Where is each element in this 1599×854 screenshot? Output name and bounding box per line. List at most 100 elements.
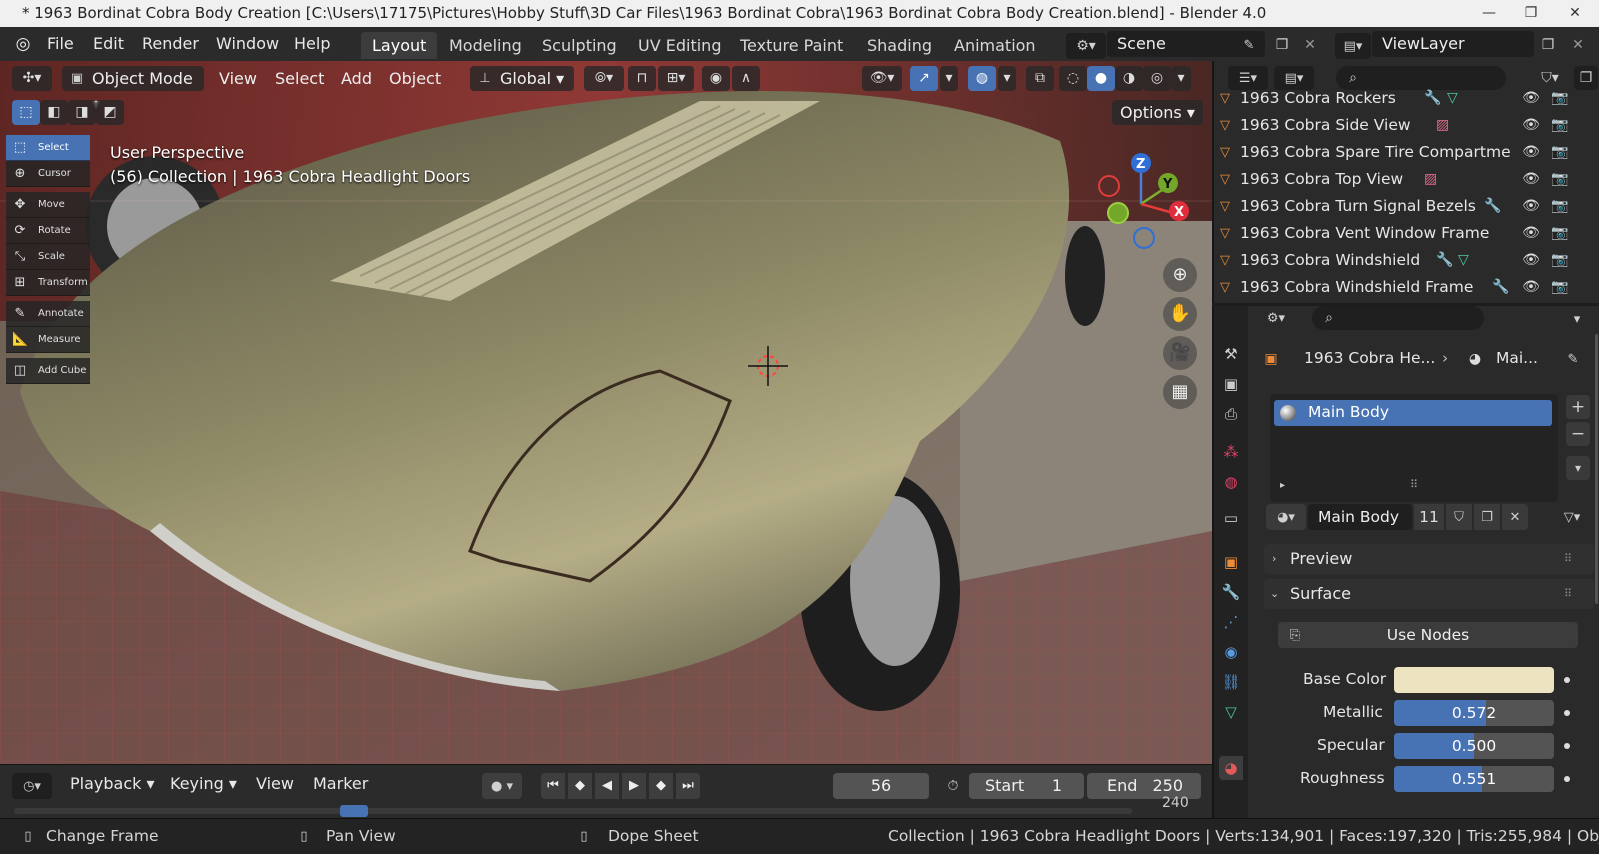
data-tab-icon[interactable]: ▽ <box>1219 700 1243 724</box>
tool-scale[interactable]: ⤡ Scale <box>6 244 90 270</box>
timeline-editor-type-icon[interactable]: ◷▾ <box>12 773 52 799</box>
tab-texture-paint[interactable]: Texture Paint <box>729 32 854 59</box>
particles-tab-icon[interactable]: ⋰ <box>1219 610 1243 634</box>
gizmo-neg-x-axis[interactable] <box>1098 175 1120 197</box>
gizmo-neg-y-axis[interactable] <box>1107 202 1129 224</box>
world-tab-icon[interactable]: ◍ <box>1219 470 1243 494</box>
viewlayer-selector-icon[interactable]: ▤▾ <box>1335 33 1371 59</box>
overlays-dropdown-icon[interactable]: ▾ <box>998 66 1016 91</box>
render-camera-icon[interactable]: 📷 <box>1550 247 1570 274</box>
modifier-icon[interactable]: 🔧 <box>1436 247 1453 274</box>
keyframe-dot-icon[interactable] <box>1564 743 1570 749</box>
menu-window[interactable]: Window <box>216 33 279 55</box>
timeline-menu-marker[interactable]: Marker <box>313 774 368 793</box>
outliner-row[interactable]: ▽ 1963 Cobra Side View ▨ 👁 📷 <box>1214 112 1589 139</box>
pan-hand-icon[interactable]: ✋ <box>1163 297 1197 331</box>
preview-panel-header[interactable]: › Preview ⠿ <box>1264 544 1594 574</box>
tool-rotate[interactable]: ⟳ Rotate <box>6 218 90 244</box>
render-camera-icon[interactable]: 📷 <box>1550 193 1570 220</box>
jump-start-icon[interactable]: ⏮ <box>541 773 565 799</box>
tool-tab-icon[interactable]: ⚒ <box>1219 342 1243 366</box>
select-invert-mode-icon[interactable]: ◩ <box>96 100 124 125</box>
modifier-tab-icon[interactable]: 🔧 <box>1219 580 1243 604</box>
duplicate-material-icon[interactable]: ❐ <box>1474 504 1500 530</box>
modifier-icon[interactable]: 🔧 <box>1424 85 1441 112</box>
list-resize-grip-icon[interactable]: ⠿ <box>1410 478 1418 491</box>
list-expand-icon[interactable]: ▸ <box>1280 480 1285 491</box>
rendered-shading-icon[interactable]: ◎ <box>1143 66 1171 91</box>
current-frame-field[interactable]: 56 <box>833 773 929 799</box>
physics-tab-icon[interactable]: ◉ <box>1219 640 1243 664</box>
transform-orientation-dropdown[interactable]: ⊥ Global ▾ <box>470 66 574 91</box>
viewport-menu-view[interactable]: View <box>219 66 257 91</box>
object-mode-dropdown[interactable]: ▣ Object Mode ▾ <box>62 66 204 113</box>
proportional-edit-icon[interactable]: ◉ <box>702 66 730 91</box>
select-new-mode-icon[interactable]: ⬚ <box>12 100 40 125</box>
base-color-swatch[interactable] <box>1394 667 1554 693</box>
material-name-field[interactable]: Main Body <box>1308 504 1412 530</box>
constraints-tab-icon[interactable]: ⛓ <box>1219 670 1243 694</box>
outliner-row[interactable]: ▽ 1963 Cobra Windshield Frame 🔧 👁 📷 <box>1214 274 1589 301</box>
render-camera-icon[interactable]: 📷 <box>1550 85 1570 112</box>
render-camera-icon[interactable]: 📷 <box>1550 220 1570 247</box>
tab-modeling[interactable]: Modeling <box>438 32 533 59</box>
outliner-row[interactable]: ▽ 1963 Cobra Spare Tire Compartment 👁 📷 <box>1214 139 1589 166</box>
play-icon[interactable]: ▶ <box>622 773 646 799</box>
navigation-gizmo[interactable]: Z Y X <box>1095 146 1195 256</box>
mesh-data-icon[interactable]: ▽ <box>1458 247 1469 274</box>
image-data-icon[interactable]: ▨ <box>1424 166 1437 193</box>
outliner-row[interactable]: ▽ 1963 Cobra Windshield 🔧 ▽ 👁 📷 <box>1214 247 1589 274</box>
material-slot-item[interactable]: Main Body <box>1274 400 1552 426</box>
eye-icon[interactable]: 👁 <box>1521 193 1541 220</box>
tool-select-box[interactable]: ⬚Select Box <box>6 135 90 179</box>
keyframe-dot-icon[interactable] <box>1564 710 1570 716</box>
material-tab-icon[interactable]: ◕ <box>1219 756 1243 780</box>
record-keyframe-icon[interactable]: ● ▾ <box>482 773 522 799</box>
new-viewlayer-icon[interactable]: ❐ <box>1536 33 1560 57</box>
playback-dropdown[interactable]: Playback ▾ <box>70 774 155 793</box>
zoom-icon[interactable]: ⊕ <box>1163 258 1197 292</box>
outliner-row[interactable]: ▽ 1963 Cobra Turn Signal Bezels 🔧 👁 📷 <box>1214 193 1589 220</box>
play-reverse-icon[interactable]: ◀ <box>595 773 619 799</box>
breadcrumb-object[interactable]: 1963 Cobra He... <box>1304 349 1435 367</box>
ortho-toggle-icon[interactable]: ▦ <box>1163 375 1197 409</box>
pivot-point-icon[interactable]: ⦾▾ <box>584 66 624 91</box>
shading-dropdown-icon[interactable]: ▾ <box>1171 66 1191 91</box>
current-frame-indicator[interactable] <box>340 805 368 817</box>
roughness-slider[interactable]: 0.551 <box>1394 766 1554 792</box>
gizmo-neg-z-axis[interactable] <box>1133 227 1155 249</box>
gizmo-toggle-icon[interactable]: ↗ <box>910 66 938 91</box>
minimize-button[interactable]: — <box>1466 0 1512 27</box>
prev-keyframe-icon[interactable]: ◆ <box>568 773 592 799</box>
timeline-scrollbar[interactable] <box>14 805 1132 817</box>
menu-help[interactable]: Help <box>294 33 330 55</box>
delete-scene-icon[interactable]: ✕ <box>1298 33 1322 57</box>
tool-measure[interactable]: 📐 Measure <box>6 327 90 353</box>
link-mode-icon[interactable]: ▽▾ <box>1552 504 1592 530</box>
image-data-icon[interactable]: ▨ <box>1436 112 1449 139</box>
wireframe-shading-icon[interactable]: ◌ <box>1059 66 1087 91</box>
eye-icon[interactable]: 👁 <box>1521 247 1541 274</box>
pin-icon[interactable]: ✎ <box>1562 348 1584 370</box>
solid-shading-icon[interactable]: ● <box>1087 66 1115 91</box>
editor-type-icon[interactable]: ✣▾ <box>12 66 52 91</box>
eye-icon[interactable]: 👁 <box>1521 166 1541 193</box>
tab-sculpting[interactable]: Sculpting <box>531 32 628 59</box>
scene-selector-icon[interactable]: ⚙▾ <box>1066 33 1106 59</box>
close-window-button[interactable]: ✕ <box>1552 0 1598 27</box>
visibility-icon[interactable]: 👁▾ <box>862 66 902 91</box>
fake-user-shield-icon[interactable]: ⛉ <box>1446 504 1472 530</box>
outliner-row[interactable]: ▽ 1963 Cobra Vent Window Frame 👁 📷 <box>1214 220 1589 247</box>
snap-target-icon[interactable]: ⊞▾ <box>658 66 694 91</box>
remove-slot-icon[interactable]: − <box>1566 422 1590 446</box>
viewlayer-name-field[interactable]: ViewLayer <box>1372 31 1534 57</box>
options-dropdown[interactable]: Options ▾ <box>1112 100 1203 125</box>
tool-add-cube[interactable]: ◫ Add Cube <box>6 358 90 384</box>
surface-panel-header[interactable]: ⌄ Surface ⠿ <box>1264 579 1594 609</box>
material-user-count[interactable]: 11 <box>1414 504 1444 530</box>
gizmo-dropdown-icon[interactable]: ▾ <box>940 66 958 91</box>
viewport-menu-object[interactable]: Object <box>389 66 441 91</box>
viewport-menu-select[interactable]: Select <box>275 66 324 91</box>
tab-animation[interactable]: Animation <box>943 32 1047 59</box>
tab-layout[interactable]: Layout <box>361 32 438 59</box>
